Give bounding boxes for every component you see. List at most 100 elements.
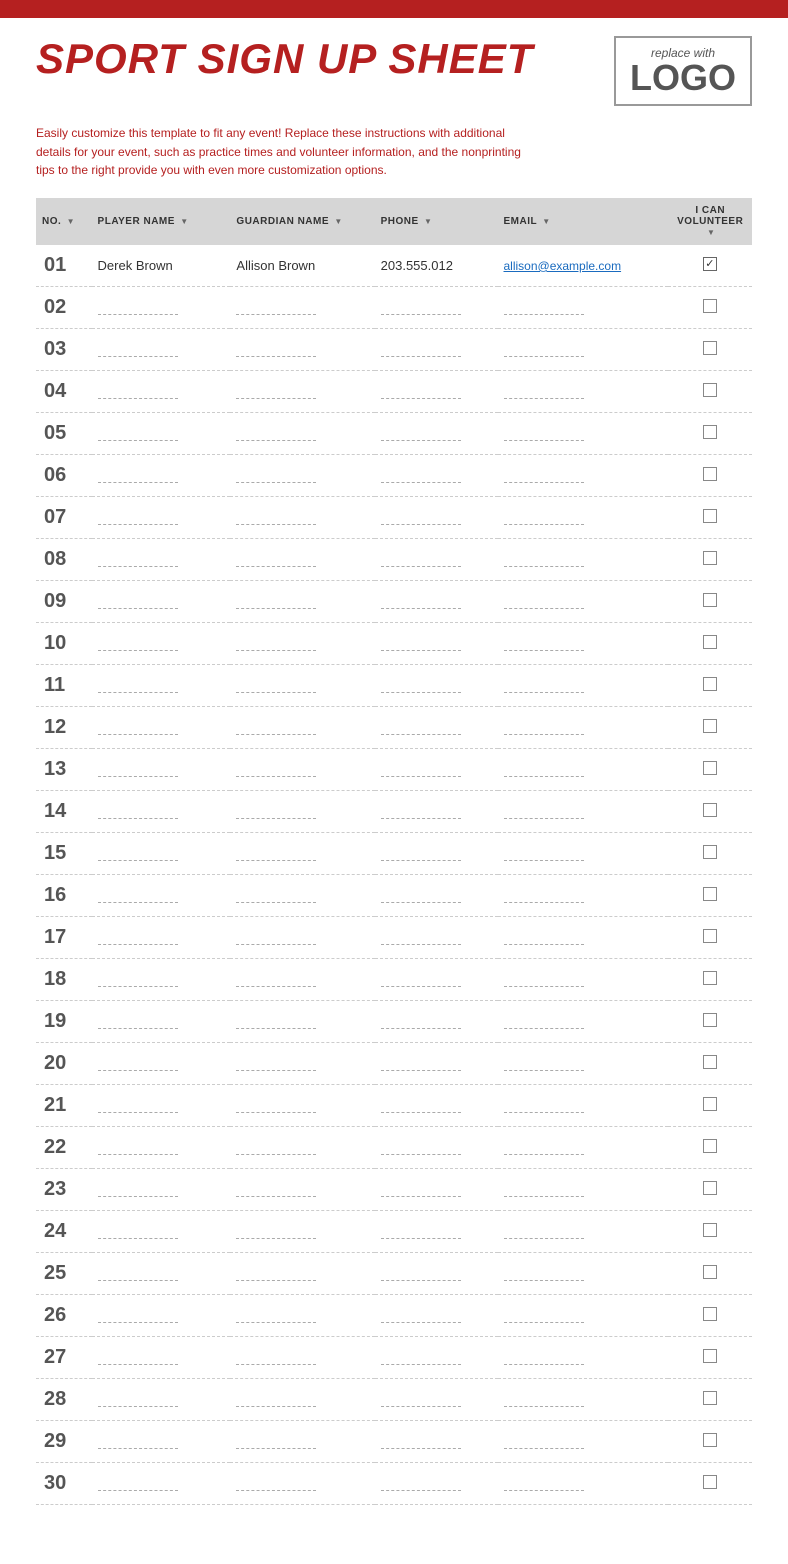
col-header-guardian[interactable]: Guardian Name ▼ <box>230 198 374 245</box>
cell-volunteer-checkbox[interactable] <box>668 1168 752 1210</box>
cell-email[interactable] <box>498 496 669 538</box>
cell-player-name[interactable] <box>92 1420 231 1462</box>
cell-email[interactable] <box>498 664 669 706</box>
cell-guardian-name[interactable] <box>230 874 374 916</box>
cell-player-name[interactable] <box>92 706 231 748</box>
cell-guardian-name[interactable] <box>230 1420 374 1462</box>
cell-player-name[interactable] <box>92 286 231 328</box>
checkbox-empty-icon[interactable] <box>703 425 717 439</box>
cell-email[interactable] <box>498 286 669 328</box>
cell-phone[interactable] <box>375 958 498 1000</box>
cell-phone[interactable] <box>375 1378 498 1420</box>
cell-email[interactable] <box>498 370 669 412</box>
cell-phone[interactable] <box>375 1420 498 1462</box>
cell-player-name[interactable] <box>92 1210 231 1252</box>
cell-player-name[interactable] <box>92 1000 231 1042</box>
cell-phone[interactable] <box>375 790 498 832</box>
col-header-phone[interactable]: Phone ▼ <box>375 198 498 245</box>
cell-player-name[interactable] <box>92 832 231 874</box>
cell-phone[interactable] <box>375 454 498 496</box>
cell-phone[interactable] <box>375 664 498 706</box>
cell-guardian-name[interactable] <box>230 664 374 706</box>
checkbox-empty-icon[interactable] <box>703 383 717 397</box>
no-dropdown-icon[interactable]: ▼ <box>67 217 75 226</box>
cell-guardian-name[interactable] <box>230 622 374 664</box>
cell-volunteer-checkbox[interactable] <box>668 1420 752 1462</box>
cell-guardian-name[interactable] <box>230 496 374 538</box>
cell-player-name[interactable] <box>92 874 231 916</box>
cell-guardian-name[interactable] <box>230 1042 374 1084</box>
checkbox-empty-icon[interactable] <box>703 467 717 481</box>
checkbox-empty-icon[interactable] <box>703 1433 717 1447</box>
checkbox-empty-icon[interactable] <box>703 1265 717 1279</box>
cell-email[interactable] <box>498 622 669 664</box>
cell-volunteer-checkbox[interactable] <box>668 874 752 916</box>
cell-guardian-name[interactable] <box>230 370 374 412</box>
checkbox-empty-icon[interactable] <box>703 1223 717 1237</box>
cell-email[interactable] <box>498 580 669 622</box>
cell-player-name[interactable] <box>92 580 231 622</box>
cell-email[interactable] <box>498 1126 669 1168</box>
cell-volunteer-checkbox[interactable] <box>668 1084 752 1126</box>
cell-phone[interactable] <box>375 1084 498 1126</box>
cell-guardian-name[interactable] <box>230 412 374 454</box>
cell-player-name[interactable]: Derek Brown <box>92 245 231 287</box>
cell-guardian-name[interactable] <box>230 1336 374 1378</box>
cell-guardian-name[interactable] <box>230 916 374 958</box>
cell-guardian-name[interactable] <box>230 1294 374 1336</box>
cell-phone[interactable] <box>375 1210 498 1252</box>
cell-volunteer-checkbox[interactable] <box>668 328 752 370</box>
cell-volunteer-checkbox[interactable] <box>668 370 752 412</box>
cell-volunteer-checkbox[interactable] <box>668 245 752 287</box>
cell-guardian-name[interactable] <box>230 1000 374 1042</box>
cell-phone[interactable] <box>375 580 498 622</box>
checkbox-empty-icon[interactable] <box>703 551 717 565</box>
cell-volunteer-checkbox[interactable] <box>668 790 752 832</box>
checkbox-empty-icon[interactable] <box>703 971 717 985</box>
cell-volunteer-checkbox[interactable] <box>668 958 752 1000</box>
cell-email[interactable] <box>498 790 669 832</box>
phone-dropdown-icon[interactable]: ▼ <box>424 217 432 226</box>
cell-phone[interactable] <box>375 370 498 412</box>
cell-phone[interactable] <box>375 622 498 664</box>
cell-email[interactable] <box>498 706 669 748</box>
cell-player-name[interactable] <box>92 1168 231 1210</box>
cell-guardian-name[interactable] <box>230 1168 374 1210</box>
checkbox-checked-icon[interactable] <box>703 257 717 271</box>
checkbox-empty-icon[interactable] <box>703 1181 717 1195</box>
cell-phone[interactable] <box>375 286 498 328</box>
cell-guardian-name[interactable] <box>230 1252 374 1294</box>
cell-guardian-name[interactable] <box>230 706 374 748</box>
cell-guardian-name[interactable] <box>230 580 374 622</box>
cell-volunteer-checkbox[interactable] <box>668 664 752 706</box>
cell-phone[interactable] <box>375 1294 498 1336</box>
cell-phone[interactable] <box>375 706 498 748</box>
cell-volunteer-checkbox[interactable] <box>668 706 752 748</box>
cell-volunteer-checkbox[interactable] <box>668 1462 752 1504</box>
cell-player-name[interactable] <box>92 1462 231 1504</box>
cell-email[interactable] <box>498 1462 669 1504</box>
cell-player-name[interactable] <box>92 1378 231 1420</box>
cell-player-name[interactable] <box>92 1084 231 1126</box>
cell-player-name[interactable] <box>92 370 231 412</box>
cell-email[interactable] <box>498 1084 669 1126</box>
cell-email[interactable] <box>498 958 669 1000</box>
checkbox-empty-icon[interactable] <box>703 887 717 901</box>
cell-phone[interactable] <box>375 1042 498 1084</box>
cell-volunteer-checkbox[interactable] <box>668 1126 752 1168</box>
cell-email[interactable] <box>498 538 669 580</box>
cell-email[interactable] <box>498 454 669 496</box>
cell-volunteer-checkbox[interactable] <box>668 622 752 664</box>
cell-email[interactable] <box>498 1420 669 1462</box>
checkbox-empty-icon[interactable] <box>703 1307 717 1321</box>
cell-email[interactable] <box>498 1042 669 1084</box>
guardian-dropdown-icon[interactable]: ▼ <box>334 217 342 226</box>
cell-phone[interactable] <box>375 1336 498 1378</box>
cell-guardian-name[interactable] <box>230 1210 374 1252</box>
checkbox-empty-icon[interactable] <box>703 1055 717 1069</box>
cell-email[interactable] <box>498 874 669 916</box>
cell-player-name[interactable] <box>92 622 231 664</box>
checkbox-empty-icon[interactable] <box>703 929 717 943</box>
cell-guardian-name[interactable] <box>230 1378 374 1420</box>
cell-volunteer-checkbox[interactable] <box>668 1210 752 1252</box>
